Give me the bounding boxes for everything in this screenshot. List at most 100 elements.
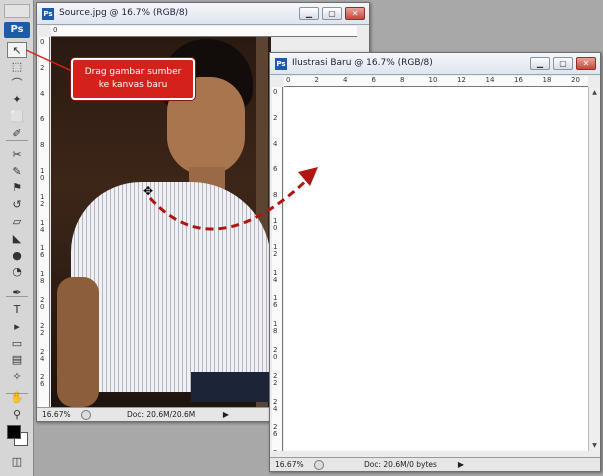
ruler-label: 2 (40, 63, 45, 72)
brush-tool-icon[interactable]: ✎ (7, 164, 27, 180)
tool-separator (6, 393, 28, 394)
ruler-label: 1 6 (40, 244, 45, 260)
clone-stamp-tool-icon[interactable]: ⚑ (7, 180, 27, 196)
scroll-up-icon[interactable]: ▲ (589, 87, 600, 98)
blank-canvas[interactable] (284, 87, 588, 451)
photo-arm (57, 277, 99, 407)
close-button[interactable]: ✕ (576, 57, 596, 70)
ruler-label: 16 (514, 76, 523, 84)
ruler-label: 8 (400, 76, 405, 84)
ps-file-icon: Ps (42, 8, 54, 20)
ruler-label: 6 (40, 115, 45, 124)
ruler-label: 2 2 (273, 371, 278, 387)
marquee-tool-icon[interactable]: ⬚ (7, 59, 27, 75)
source-title: Source.jpg @ 16.7% (RGB/8) (59, 8, 189, 18)
blur-tool-icon[interactable]: ● (7, 248, 27, 264)
ruler-label: 14 (485, 76, 495, 84)
vertical-scrollbar[interactable]: ▲ ▼ (588, 87, 600, 451)
close-button[interactable]: ✕ (345, 7, 365, 20)
target-statusbar: 16.67% Doc: 20.6M/0 bytes ▶ (270, 457, 600, 471)
ruler-label: 1 6 (273, 294, 278, 310)
move-cursor-icon: ✥ (143, 184, 154, 198)
ruler-label: 1 0 (40, 167, 45, 182)
status-menu-arrow-icon[interactable]: ▶ (221, 408, 231, 421)
minimize-button[interactable]: ▁ (299, 7, 319, 20)
ruler-label: 4 (40, 89, 45, 98)
ruler-label: 2 6 (40, 373, 45, 389)
move-tool-icon[interactable]: ↖ (7, 42, 27, 58)
ruler-label: 0 (273, 88, 278, 96)
quick-mask-icon[interactable]: ◫ (7, 454, 27, 470)
ruler-label: 2 6 (273, 423, 278, 439)
ruler-label: 2 8 (273, 450, 277, 451)
ruler-label: 2 0 (273, 346, 278, 361)
lasso-tool-icon[interactable]: ⌒ (7, 76, 27, 92)
ruler-label: 1 2 (273, 242, 278, 258)
ruler-label: 1 2 (40, 192, 45, 208)
eraser-tool-icon[interactable]: ▱ (7, 214, 27, 230)
ruler-label: 8 (273, 191, 278, 200)
ruler-label: 0 (53, 26, 58, 34)
ruler-label: 0 (286, 76, 291, 84)
healing-brush-tool-icon[interactable]: ✂ (7, 147, 27, 163)
pen-tool-icon[interactable]: ✒ (7, 285, 27, 301)
paint-bucket-tool-icon[interactable]: ◣ (7, 231, 27, 247)
tools-panel: Ps ↖ ⬚ ⌒ ✦ ⬜ ✐ ✂ ✎ ⚑ ↺ ▱ ◣ ● ◔ ✒ T ▸ ▭ ▤ ✧ ✋ ⚲ ◫ (0, 0, 34, 476)
path-selection-tool-icon[interactable]: ▸ (7, 319, 27, 335)
ruler-label: 12 (457, 76, 466, 84)
status-menu-arrow-icon[interactable]: ▶ (456, 458, 466, 471)
zoom-level[interactable]: 16.67% (42, 408, 71, 421)
vertical-ruler: 0 2 4 6 8 1 0 1 2 1 4 1 6 1 8 2 0 2 2 2 4 2 6 2 8 (272, 87, 283, 451)
zoom-level[interactable]: 16.67% (275, 458, 304, 471)
dodge-tool-icon[interactable]: ◔ (7, 264, 27, 280)
doc-size: Doc: 20.6M/0 bytes (364, 460, 437, 469)
vertical-ruler: 0 2 4 6 8 1 0 1 2 1 4 1 6 1 8 2 0 2 2 2 4 2 6 (39, 37, 50, 407)
ruler-label: 4 (343, 76, 348, 84)
ps-file-icon: Ps (275, 58, 287, 70)
ruler-label: 10 (428, 76, 438, 84)
ruler-label: 2 0 (40, 296, 45, 311)
status-icon[interactable] (314, 460, 324, 470)
source-titlebar[interactable]: Ps Source.jpg @ 16.7% (RGB/8) ▁ ▢ ✕ (37, 3, 369, 25)
maximize-button[interactable]: ▢ (553, 57, 573, 70)
eyedropper-3d-tool-icon[interactable]: ✧ (7, 369, 27, 385)
scroll-down-icon[interactable]: ▼ (589, 440, 600, 451)
ruler-label: 1 8 (273, 320, 278, 336)
target-title: Ilustrasi Baru @ 16.7% (RGB/8) (292, 58, 433, 68)
ps-logo: Ps (4, 22, 30, 38)
ruler-label: 2 (314, 76, 319, 84)
history-brush-tool-icon[interactable]: ↺ (7, 197, 27, 213)
ruler-label: 1 0 (273, 217, 278, 232)
tool-separator (6, 296, 28, 297)
ruler-label: 8 (40, 141, 45, 150)
ruler-label: 18 (542, 76, 552, 84)
foreground-color-swatch[interactable] (7, 425, 21, 439)
target-document-window[interactable]: Ps Ilustrasi Baru @ 16.7% (RGB/8) ▁ ▢ ✕ … (269, 52, 601, 472)
target-titlebar[interactable]: Ps Ilustrasi Baru @ 16.7% (RGB/8) ▁ ▢ ✕ (270, 53, 600, 75)
horizontal-ruler: 0 2 4 6 8 10 12 14 16 18 20 (284, 76, 588, 87)
panel-collapse-bar[interactable] (4, 4, 30, 18)
minimize-button[interactable]: ▁ (530, 57, 550, 70)
ruler-label: 20 (571, 76, 580, 84)
ruler-label: 1 4 (40, 218, 45, 234)
ruler-label: 6 (371, 76, 376, 84)
doc-size: Doc: 20.6M/20.6M (127, 410, 196, 419)
magic-wand-tool-icon[interactable]: ✦ (7, 92, 27, 108)
status-icon[interactable] (81, 410, 91, 420)
maximize-button[interactable]: ▢ (322, 7, 342, 20)
horizontal-ruler: 0 (51, 26, 357, 37)
callout-line-1: Drag gambar sumber (84, 67, 182, 77)
instruction-callout: Drag gambar sumber ke kanvas baru (71, 58, 195, 100)
notes-tool-icon[interactable]: ▤ (7, 352, 27, 368)
zoom-tool-icon[interactable]: ⚲ (7, 407, 27, 423)
ruler-label: 2 4 (40, 347, 45, 363)
ruler-label: 1 4 (273, 268, 278, 284)
crop-tool-icon[interactable]: ⬜ (7, 109, 27, 125)
ruler-label: 2 (273, 113, 278, 122)
photo-shirt (71, 182, 271, 392)
type-tool-icon[interactable]: T (7, 302, 27, 318)
rectangle-tool-icon[interactable]: ▭ (7, 336, 27, 352)
ruler-label: 6 (273, 165, 278, 174)
ruler-label: 1 8 (40, 270, 45, 286)
tool-separator (6, 140, 28, 141)
